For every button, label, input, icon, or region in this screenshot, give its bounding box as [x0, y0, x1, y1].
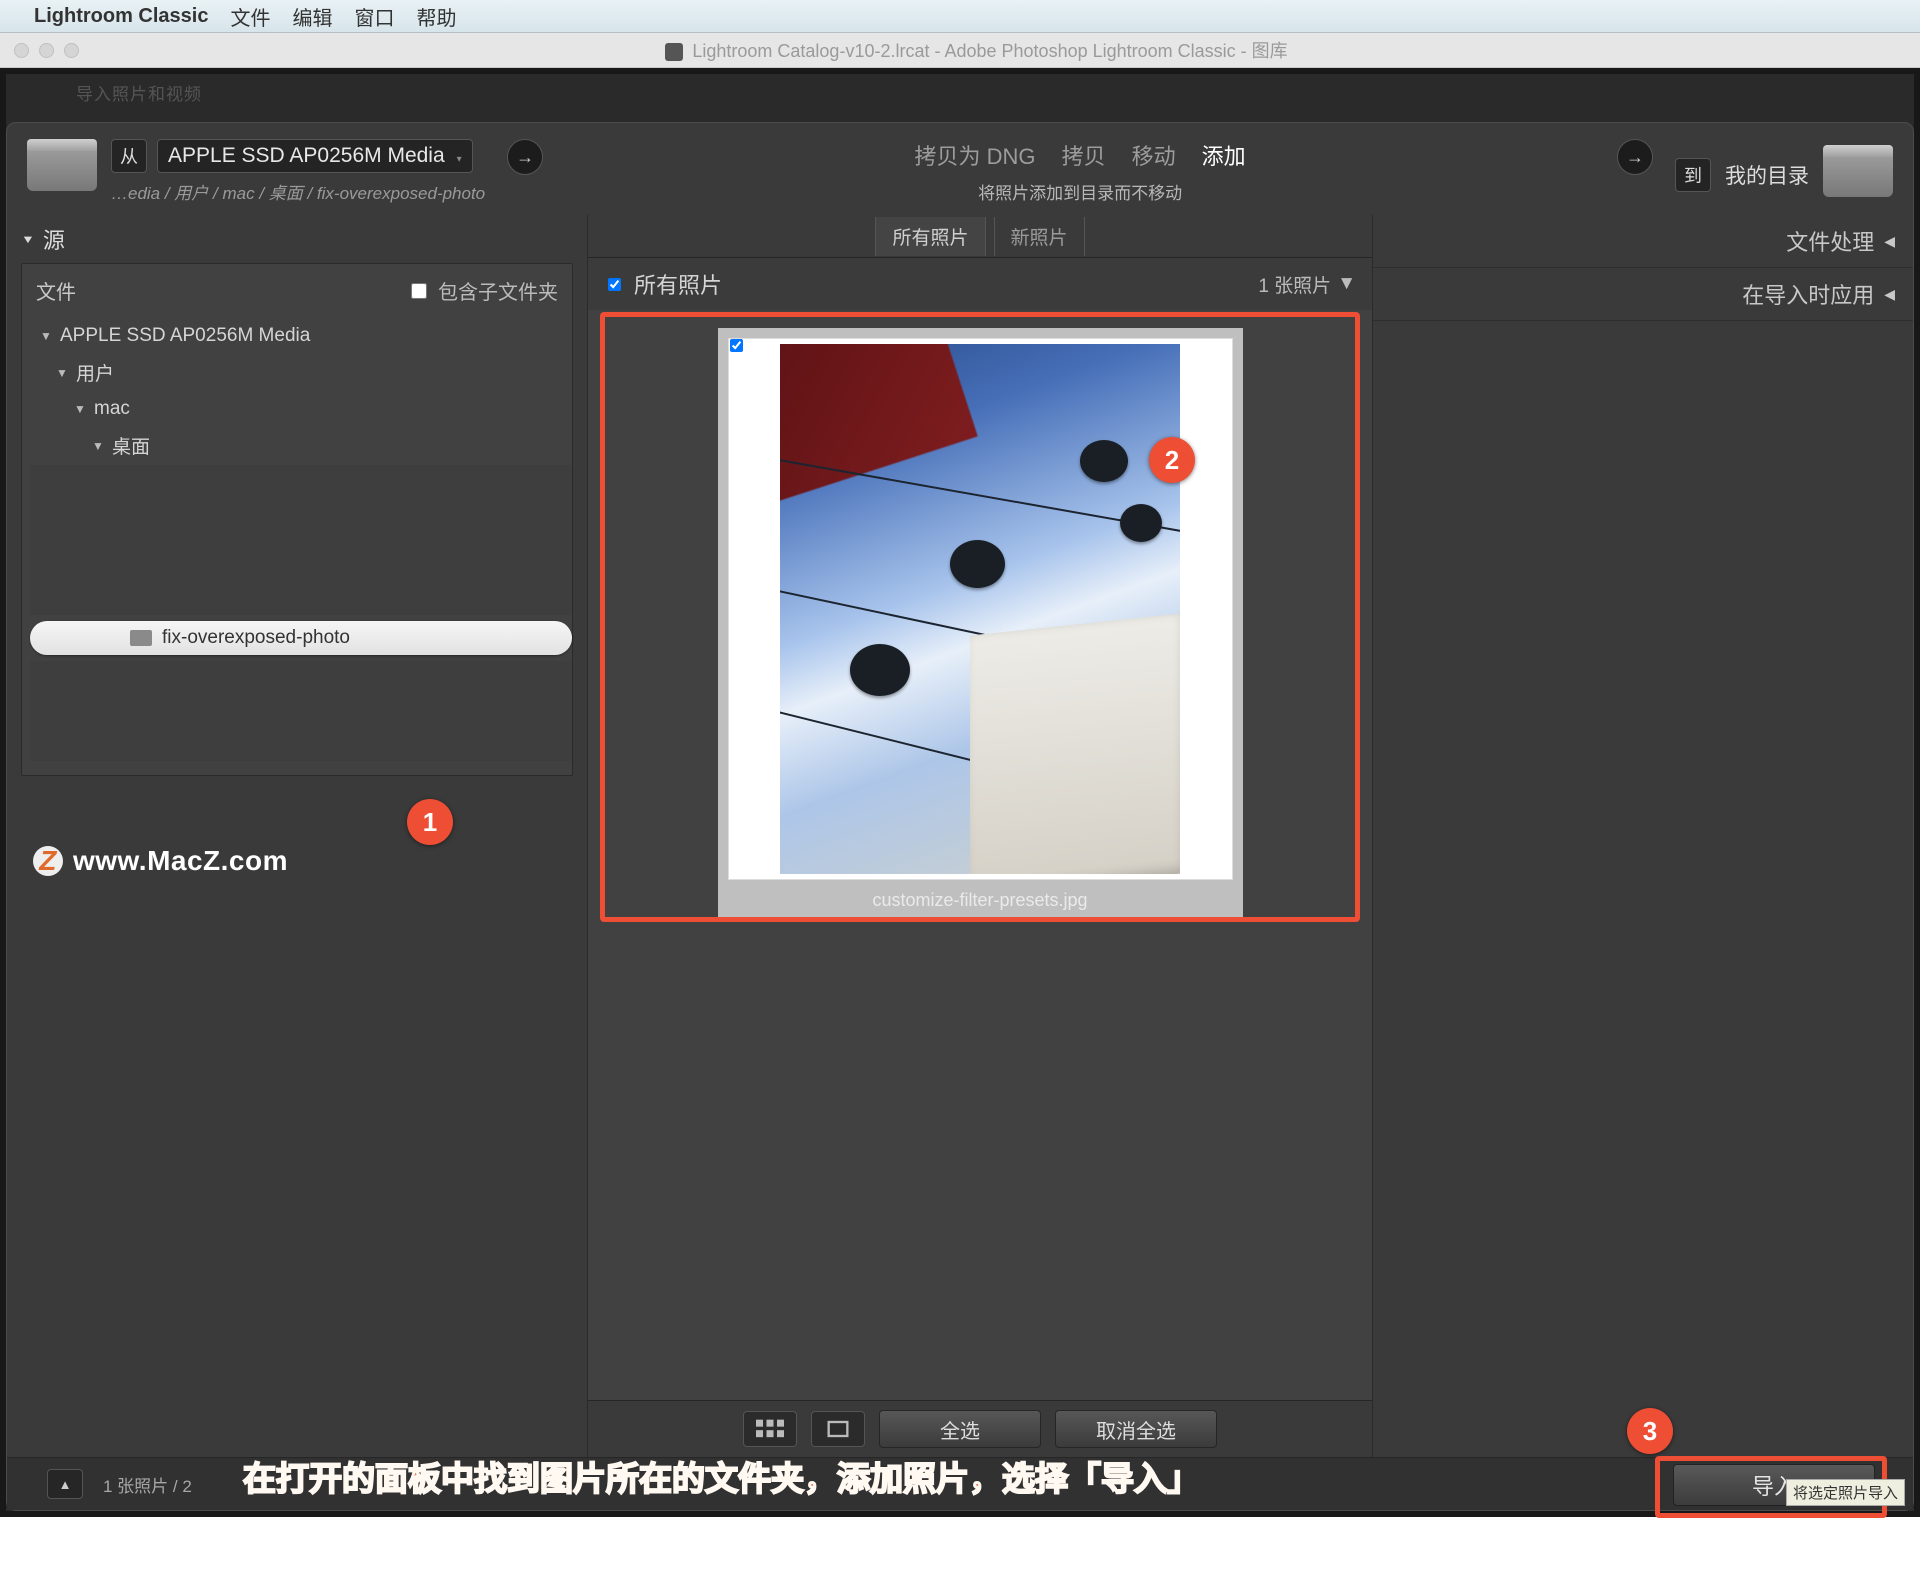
loupe-icon: [824, 1419, 852, 1439]
panel-title: 文件处理: [1786, 225, 1874, 257]
panel-file-handling[interactable]: 文件处理 ◀: [1373, 215, 1913, 268]
tree-spacer: [30, 661, 572, 761]
background-toolbar-label: 导入照片和视频: [6, 74, 212, 118]
mode-add[interactable]: 添加: [1202, 139, 1246, 171]
source-device-picker[interactable]: APPLE SSD AP0256M Media: [157, 139, 473, 173]
window-traffic-lights[interactable]: [0, 43, 93, 58]
thumbnail-image[interactable]: [780, 344, 1180, 874]
tree-item-users[interactable]: ▼ 用户: [30, 353, 572, 392]
import-tooltip: 将选定照片导入: [1786, 1479, 1905, 1506]
deselect-all-button[interactable]: 取消全选: [1055, 1410, 1217, 1448]
include-subfolders-checkbox[interactable]: 包含子文件夹: [407, 276, 558, 305]
status-text: 1 张照片 / 2: [103, 1472, 192, 1497]
source-panel-header[interactable]: ▼ 源: [7, 215, 587, 263]
thumbnail-frame: [728, 338, 1233, 880]
menu-edit[interactable]: 编辑: [292, 2, 332, 31]
loupe-view-button[interactable]: [811, 1411, 865, 1447]
left-panel: ▼ 源 文件 包含子文件夹 ▼ APPLE SSD AP02: [7, 215, 587, 1457]
triangle-down-icon: ▼: [40, 329, 54, 343]
thumbnail-checkbox[interactable]: [730, 339, 743, 352]
selected-folder-label: fix-overexposed-photo: [162, 627, 350, 649]
minimize-window-icon[interactable]: [39, 43, 54, 58]
sub-header-title: 所有照片: [634, 268, 722, 300]
select-all-master-checkbox[interactable]: [608, 278, 621, 291]
tree-label: mac: [94, 398, 130, 420]
triangle-left-icon: ◀: [1884, 233, 1895, 250]
tab-all-photos[interactable]: 所有照片: [875, 217, 985, 256]
dest-drive-icon: [1823, 145, 1893, 205]
triangle-left-icon: ◀: [1884, 286, 1895, 303]
folder-tree[interactable]: ▼ APPLE SSD AP0256M Media ▼ 用户 ▼ mac ▼: [22, 317, 572, 775]
mode-subtitle: 将照片添加到目录而不移动: [978, 179, 1182, 204]
from-badge: 从: [111, 139, 147, 173]
source-panel-title: 源: [43, 223, 65, 255]
window-titlebar: Lightroom Catalog-v10-2.lrcat - Adobe Ph…: [0, 33, 1920, 68]
files-label: 文件: [36, 276, 76, 305]
mode-copy[interactable]: 拷贝: [1062, 139, 1106, 171]
triangle-down-icon: ▼: [74, 402, 88, 416]
collapse-panel-button[interactable]: ▲: [47, 1469, 83, 1499]
destination-label[interactable]: 我的目录: [1725, 160, 1809, 190]
import-dialog: 从 APPLE SSD AP0256M Media …edia / 用户 / m…: [6, 122, 1914, 1511]
mode-copy-dng[interactable]: 拷贝为 DNG: [915, 139, 1036, 171]
menu-file[interactable]: 文件: [230, 2, 270, 31]
folder-icon: [130, 630, 152, 646]
to-badge: 到: [1675, 158, 1711, 192]
source-device-label: APPLE SSD AP0256M Media: [168, 144, 445, 168]
grid-footer: 全选 取消全选: [588, 1400, 1372, 1457]
thumbnail-grid[interactable]: customize-filter-presets.jpg: [588, 310, 1372, 1400]
center-panel: 所有照片 新照片 所有照片 1 张照片 ▼: [587, 215, 1373, 1457]
tree-item-desktop[interactable]: ▼ 桌面: [30, 426, 572, 465]
include-subfolders-input[interactable]: [411, 283, 427, 299]
window-title: Lightroom Catalog-v10-2.lrcat - Adobe Ph…: [93, 37, 1920, 63]
source-path-breadcrumb[interactable]: …edia / 用户 / mac / 桌面 / fix-overexposed-…: [111, 179, 485, 204]
panel-title: 在导入时应用: [1742, 278, 1874, 310]
triangle-down-icon: ▼: [21, 233, 35, 246]
close-window-icon[interactable]: [14, 43, 29, 58]
tree-root[interactable]: ▼ APPLE SSD AP0256M Media: [30, 319, 572, 353]
window-title-text: Lightroom Catalog-v10-2.lrcat - Adobe Ph…: [692, 41, 1287, 61]
macos-menubar: Lightroom Classic 文件 编辑 窗口 帮助: [0, 0, 1920, 33]
tree-label: 用户: [76, 359, 114, 386]
photo-count-text: 1 张照片: [1258, 271, 1331, 298]
tab-new-photos[interactable]: 新照片: [994, 217, 1085, 256]
triangle-down-icon: ▼: [56, 366, 70, 380]
app-doc-icon: [665, 43, 683, 61]
triangle-down-icon: ▼: [92, 439, 106, 453]
zoom-window-icon[interactable]: [64, 43, 79, 58]
tree-label: APPLE SSD AP0256M Media: [60, 325, 310, 347]
flow-arrow-right[interactable]: →: [1617, 139, 1653, 175]
chevron-down-icon: [453, 144, 462, 168]
thumbnail-card[interactable]: customize-filter-presets.jpg: [718, 328, 1243, 921]
tree-label: 桌面: [112, 432, 150, 459]
select-all-button[interactable]: 全选: [879, 1410, 1041, 1448]
import-header: 从 APPLE SSD AP0256M Media …edia / 用户 / m…: [7, 123, 1913, 215]
lightroom-app-frame: 导入照片和视频 从 APPLE SSD AP0256M Media …edia …: [6, 74, 1914, 1511]
right-panel: 文件处理 ◀ 在导入时应用 ◀: [1373, 215, 1913, 1457]
mode-move[interactable]: 移动: [1132, 139, 1176, 171]
include-subfolders-label: 包含子文件夹: [438, 276, 558, 305]
menubar-app-name[interactable]: Lightroom Classic: [34, 5, 208, 28]
thumbnail-caption: customize-filter-presets.jpg: [728, 890, 1233, 911]
panel-apply-on-import[interactable]: 在导入时应用 ◀: [1373, 268, 1913, 321]
files-card: 文件 包含子文件夹 ▼ APPLE SSD AP0256M Media ▼: [21, 263, 573, 776]
menu-help[interactable]: 帮助: [416, 2, 456, 31]
menu-window[interactable]: 窗口: [354, 2, 394, 31]
import-bottom-bar: ▲ 1 张照片 / 2 导入 将选定照片导入: [7, 1457, 1913, 1510]
source-drive-icon: [27, 139, 97, 199]
tree-selected-folder[interactable]: fix-overexposed-photo: [30, 621, 572, 655]
tree-item-mac[interactable]: ▼ mac: [30, 392, 572, 426]
flow-arrow-left[interactable]: →: [507, 139, 543, 175]
tree-spacer: [30, 465, 572, 615]
grid-icon: [756, 1419, 784, 1439]
grid-view-button[interactable]: [743, 1411, 797, 1447]
triangle-down-icon[interactable]: ▼: [1337, 273, 1356, 295]
